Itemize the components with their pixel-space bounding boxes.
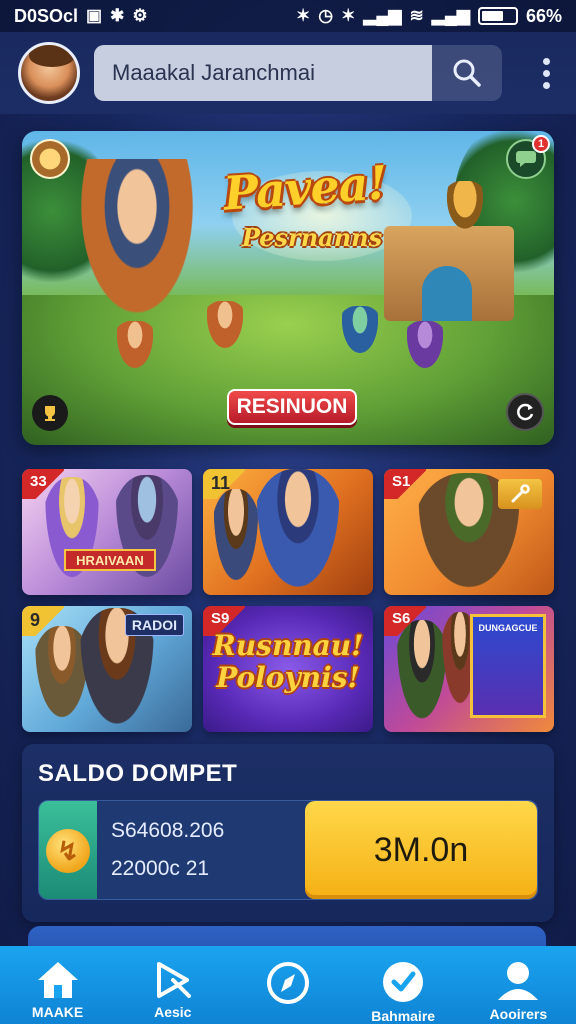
settings-icon: ⚙ (132, 6, 148, 25)
hero-minion (337, 306, 383, 362)
nav-label: Aesic (154, 1004, 192, 1020)
wifi-icon: ≋ (409, 6, 424, 25)
game-card[interactable]: 9 RADOI (22, 606, 192, 732)
card-promo-text: DUNGAGCUE (478, 623, 538, 633)
hero-chat-badge[interactable]: 1 (506, 135, 550, 179)
card-banner: HRAIVAAN (64, 549, 156, 571)
vibrate-icon: ✶ (341, 6, 356, 25)
notification-icon: ✱ (110, 6, 125, 25)
nav-item-security[interactable]: Bahmaire (353, 960, 453, 1024)
hero-banner[interactable]: Pavea! Pesrnanns RESINUON 1 (22, 131, 554, 445)
home-icon (37, 962, 78, 998)
card-badge: 11 (203, 469, 245, 499)
hero-creature (442, 181, 488, 237)
game-card[interactable]: 33 HRAIVAAN (22, 469, 192, 595)
wallet-value-1: S64608.206 (111, 819, 225, 842)
search-icon (453, 59, 481, 87)
card-badge: S6 (384, 606, 426, 636)
game-card[interactable]: S1 (384, 469, 554, 595)
game-card[interactable]: S9 Rusnnau! Poloynis! (203, 606, 373, 732)
top-bar (0, 32, 576, 114)
wallet-topup-button[interactable]: 3M.0n (305, 801, 537, 899)
hero-subtitle: Pesrnanns (241, 223, 383, 252)
user-avatar[interactable] (18, 42, 80, 104)
chat-icon (516, 151, 536, 167)
status-bar: D0SOсl ▣ ✱ ⚙ ✶ ◷ ✶ ▂▄▆ ≋ ▂▄▆ 66% (0, 0, 576, 32)
wallet-panel: SALDO DOMPET ↯ S64608.206 22000c 21 3M.0… (22, 744, 554, 922)
hero-minion (202, 301, 248, 357)
nav-label: Aooirers (489, 1006, 548, 1022)
nav-label: MAAKE (31, 1004, 84, 1020)
shield-check-icon (383, 962, 424, 1002)
nav-item-play[interactable]: Aesic (123, 960, 223, 1020)
battery-text: 66% (525, 5, 562, 26)
trophy-icon (45, 406, 55, 421)
game-card[interactable]: 11 (203, 469, 373, 595)
kebab-menu-icon[interactable] (534, 57, 558, 89)
play-arrow-icon (156, 962, 191, 998)
game-grid: 33 HRAIVAAN 11 S1 9 RADOI S9 Rusnnau! Po… (22, 469, 554, 732)
nav-item-explore[interactable] (238, 960, 338, 1010)
search-button[interactable] (432, 45, 502, 101)
search-bar (94, 45, 502, 101)
card-character (253, 469, 343, 595)
bottom-nav: MAAKE Aesic Bahmaire Aooirers (0, 946, 576, 1024)
hero-refresh-button[interactable] (506, 393, 544, 431)
photo-icon: ▣ (86, 6, 103, 25)
wallet-balance-box: ↯ S64608.206 22000c 21 3M.0n (38, 800, 538, 900)
game-card[interactable]: S6 DUNGAGCUE (384, 606, 554, 732)
signal-2-icon: ▂▄▆ (431, 6, 470, 25)
wrench-icon (498, 479, 542, 509)
nav-item-profile[interactable]: Aooirers (468, 960, 568, 1022)
card-badge: S1 (384, 469, 426, 499)
notification-badge: 1 (532, 135, 550, 153)
signal-icon: ▂▄▆ (363, 6, 402, 25)
hero-minion (112, 321, 158, 377)
hero-avatar-badge[interactable] (30, 139, 70, 179)
hero-cta-button[interactable]: RESINUON (227, 389, 357, 425)
battery-icon (477, 7, 518, 25)
wallet-title: SALDO DOMPET (38, 760, 238, 787)
card-promo-frame: DUNGAGCUE (470, 614, 546, 718)
bluetooth-icon: ✶ (295, 6, 311, 25)
search-input[interactable] (94, 45, 432, 101)
wallet-values: S64608.206 22000c 21 (97, 801, 305, 899)
status-time: D0SOсl (14, 5, 79, 26)
card-headline: Rusnnau! Poloynis! (212, 629, 364, 694)
hero-trophy-button[interactable] (32, 395, 68, 431)
card-tag: RADOI (124, 614, 184, 636)
compass-icon (266, 962, 309, 1004)
nav-item-home[interactable]: MAAKE (8, 960, 108, 1020)
alarm-icon: ◷ (318, 6, 334, 25)
wallet-value-2: 22000c 21 (111, 857, 210, 880)
card-badge: 33 (22, 469, 64, 499)
hero-minion (402, 321, 448, 377)
hero-fort (384, 226, 514, 321)
profile-icon (498, 962, 539, 1000)
wallet-coin: ↯ (39, 801, 97, 899)
nav-label: Bahmaire (371, 1008, 436, 1024)
refresh-icon (517, 403, 534, 421)
coin-icon: ↯ (46, 829, 90, 873)
card-badge: 9 (22, 606, 64, 636)
